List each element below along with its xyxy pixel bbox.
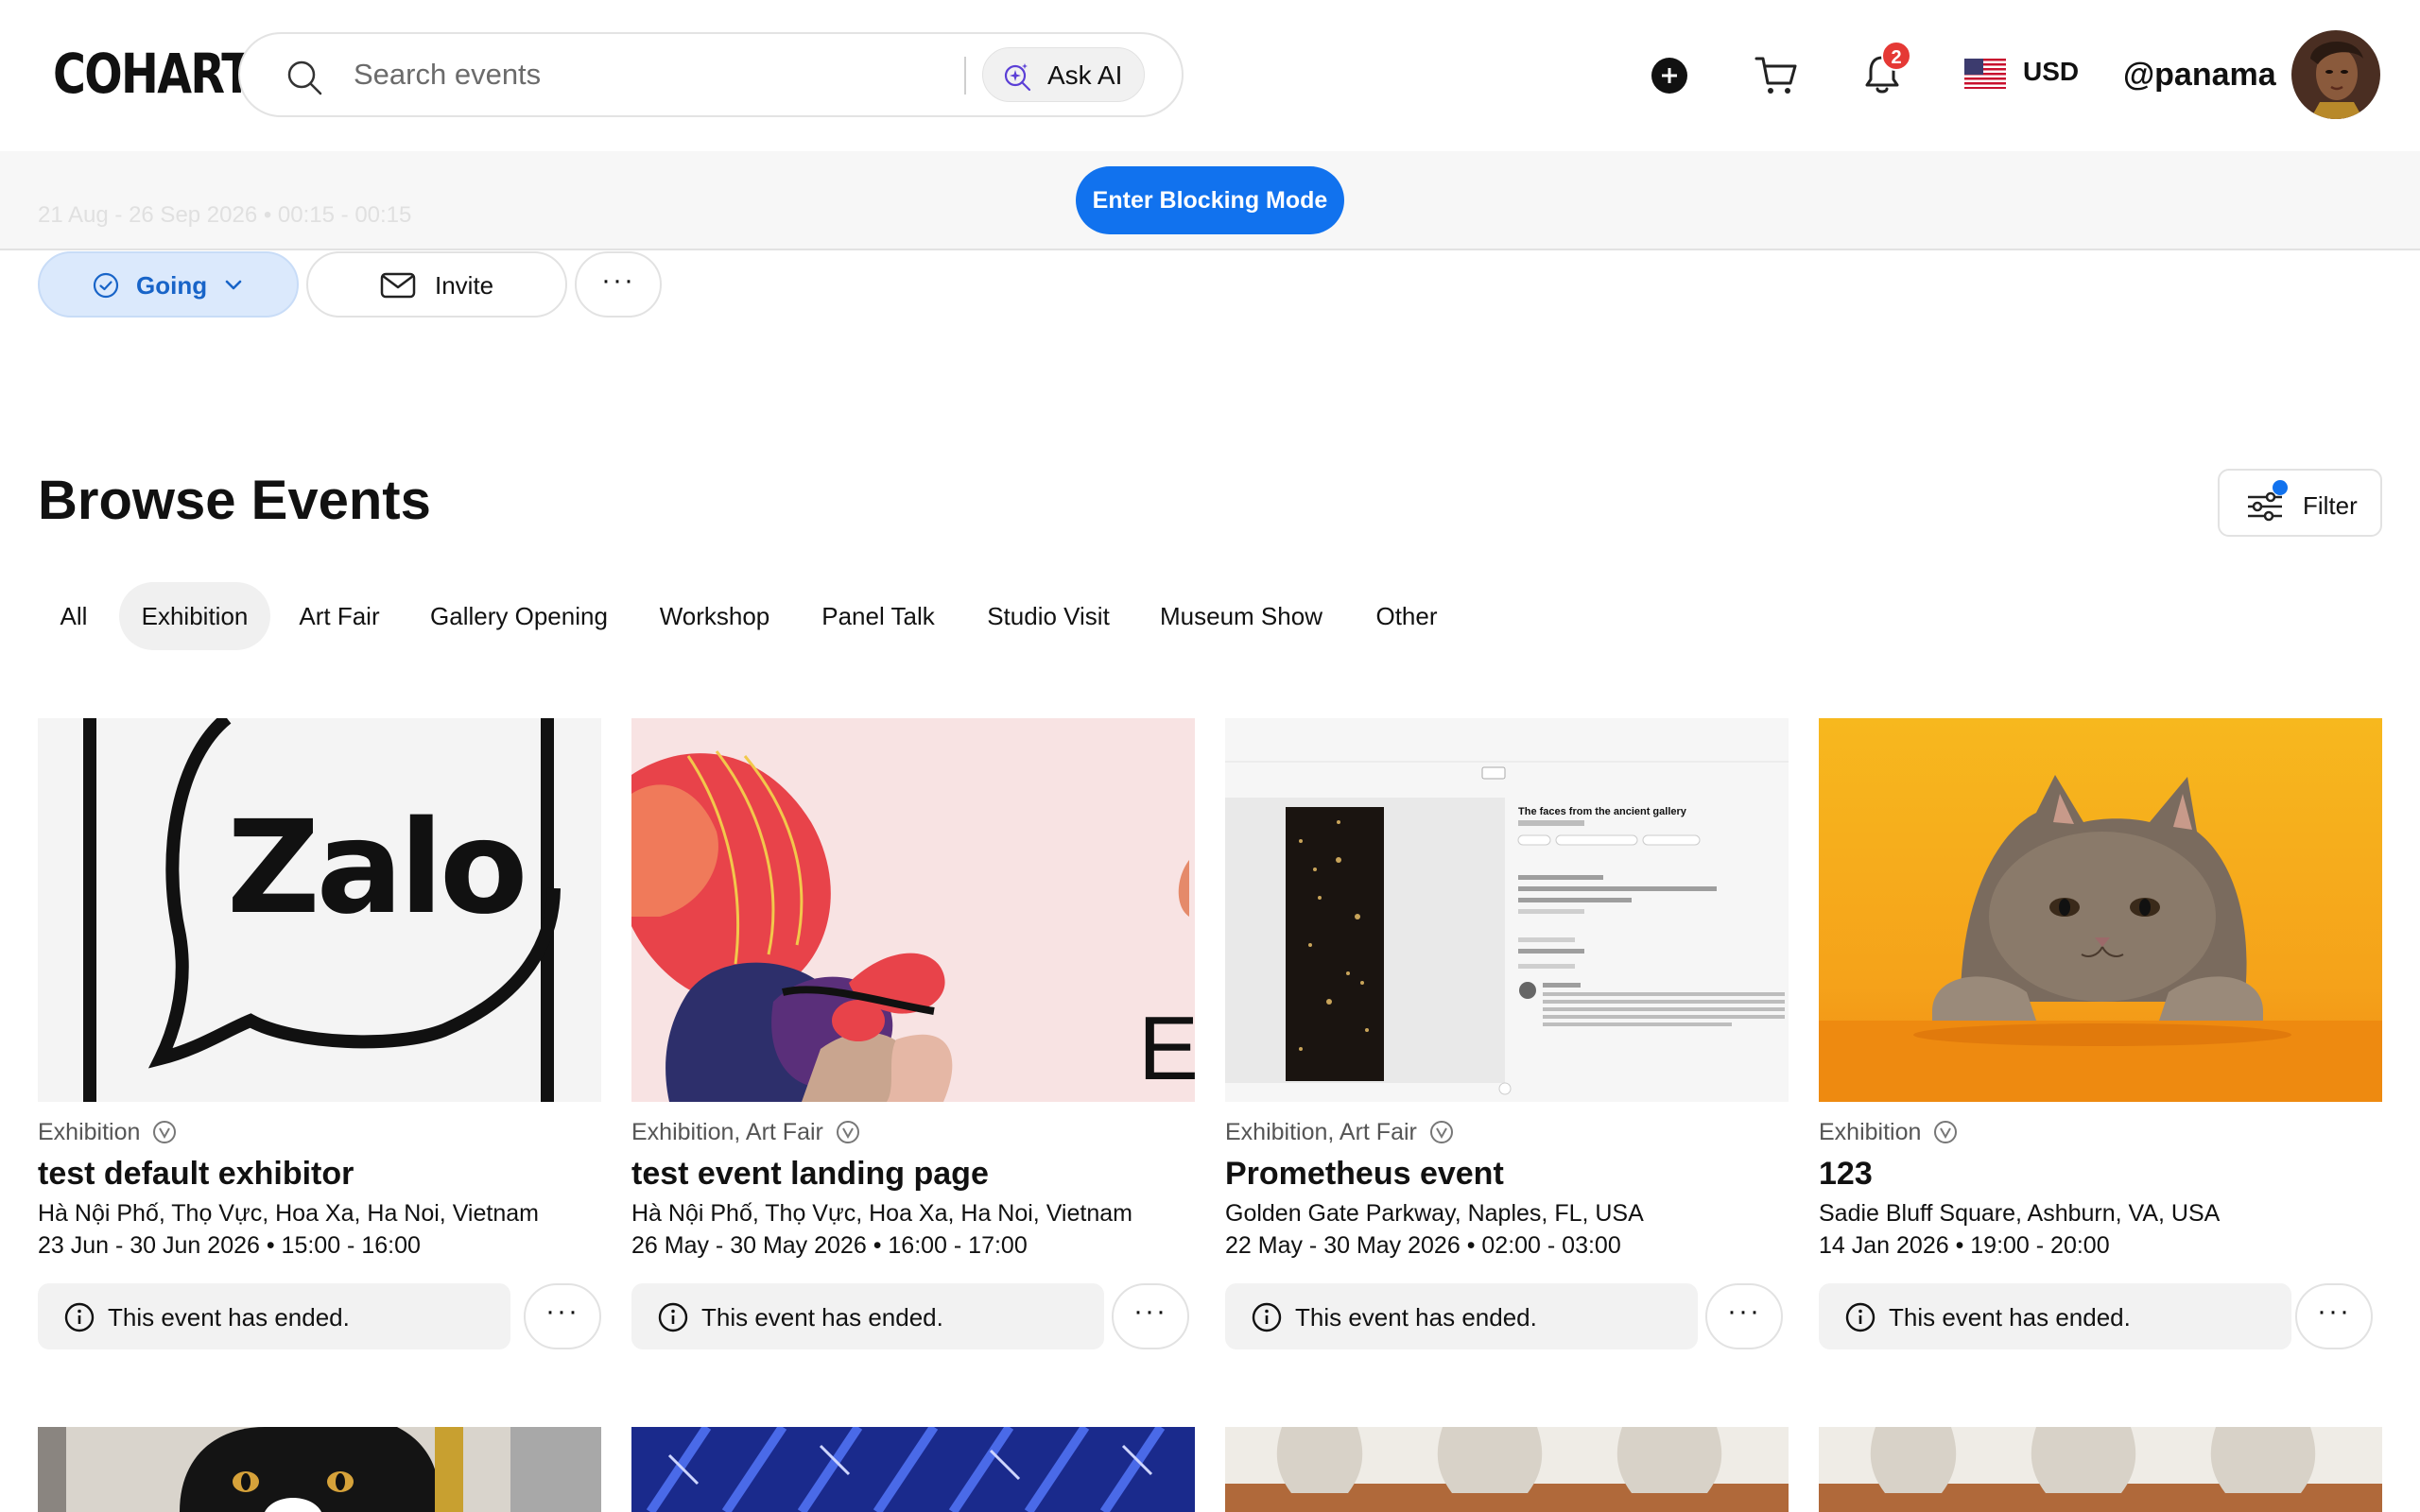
filter-label: Filter [2303,491,2358,520]
event-more-button[interactable]: ··· [1112,1283,1189,1349]
tab-studio-visit[interactable]: Studio Visit [966,582,1131,650]
artwork-screenshot-image: The faces from the ancient gallery [1225,718,1789,1102]
tab-museum-show[interactable]: Museum Show [1140,582,1342,650]
ended-label: This event has ended. [1889,1303,2131,1332]
abstract-art-letter: E [1138,998,1195,1099]
check-circle-icon [93,272,119,299]
ended-label: This event has ended. [1295,1303,1537,1332]
zalo-logo-image: Zalo [38,718,601,1102]
sliders-icon [2248,491,2282,522]
tab-workshop[interactable]: Workshop [639,582,790,650]
abstract-art-image: E [631,718,1195,1102]
verified-badge-icon [1429,1121,1453,1143]
ended-label: This event has ended. [108,1303,350,1332]
event-image-screenshot[interactable]: The faces from the ancient gallery [1225,718,1789,1102]
mail-icon [380,272,416,299]
more-options-button[interactable]: ··· [575,251,662,318]
event-type-label: Exhibition, Art Fair [1225,1119,1417,1145]
top-header: COHART Ask AI 2 [0,0,2420,151]
event-image-cat[interactable] [1819,718,2382,1102]
event-date: 22 May - 30 May 2026 • 02:00 - 03:00 [1225,1232,1621,1259]
event-title[interactable]: Prometheus event [1225,1156,1504,1193]
filter-active-dot [2273,480,2288,495]
event-image-partial[interactable] [1819,1427,2382,1512]
cart-icon[interactable] [1754,55,1798,96]
event-ended-notice: This event has ended. [38,1283,510,1349]
event-type-label: Exhibition [1819,1119,1922,1145]
event-title[interactable]: test event landing page [631,1156,989,1193]
blue-pattern-image [631,1427,1195,1512]
section-title: Browse Events [38,470,431,531]
tab-other[interactable]: Other [1352,582,1461,650]
ended-label: This event has ended. [701,1303,943,1332]
event-type: Exhibition, Art Fair [631,1119,860,1146]
zalo-logo-text: Zalo [227,794,524,943]
info-icon [658,1302,688,1332]
ask-ai-label: Ask AI [1047,60,1123,90]
event-location: Sadie Bluff Square, Ashburn, VA, USA [1819,1200,2221,1227]
event-ended-notice: This event has ended. [1819,1283,2291,1349]
event-image-zalo[interactable]: Zalo [38,718,601,1102]
verified-badge-icon [836,1121,859,1143]
event-type-label: Exhibition, Art Fair [631,1119,823,1145]
username[interactable]: @panama [2123,57,2276,94]
tab-panel-talk[interactable]: Panel Talk [800,582,957,650]
event-date: 26 May - 30 May 2026 • 16:00 - 17:00 [631,1232,1028,1259]
chairs-image [1225,1427,1789,1512]
event-ended-notice: This event has ended. [631,1283,1104,1349]
event-image-partial[interactable] [38,1427,601,1512]
artwork-title-text: The faces from the ancient gallery [1518,806,1687,817]
invite-button[interactable]: Invite [306,251,567,318]
enter-blocking-mode-button[interactable]: Enter Blocking Mode [1076,166,1344,234]
tab-exhibition[interactable]: Exhibition [119,582,270,650]
currency-selector[interactable]: USD [2023,57,2079,87]
event-image-partial[interactable] [1225,1427,1789,1512]
event-ended-notice: This event has ended. [1225,1283,1698,1349]
search-divider [964,57,966,94]
info-icon [64,1302,95,1332]
event-location: Hà Nội Phố, Thọ Vực, Hoa Xa, Ha Noi, Vie… [38,1200,539,1227]
us-flag-icon[interactable] [1964,59,2006,89]
notification-badge: 2 [1881,41,1911,71]
event-type-label: Exhibition [38,1119,141,1145]
tab-gallery-opening[interactable]: Gallery Opening [408,582,630,650]
going-label: Going [136,271,208,300]
search-icon [287,60,322,95]
ai-search-icon [1004,63,1031,92]
event-image-abstract[interactable]: E [631,718,1195,1102]
avatar-image [2291,30,2380,119]
event-location: Golden Gate Parkway, Naples, FL, USA [1225,1200,1644,1227]
avatar[interactable] [2291,30,2380,119]
event-location: Hà Nội Phố, Thọ Vực, Hoa Xa, Ha Noi, Vie… [631,1200,1132,1227]
verified-badge-icon [1934,1121,1958,1143]
invite-label: Invite [435,271,494,300]
event-more-button[interactable]: ··· [1705,1283,1783,1349]
add-icon[interactable] [1651,57,1688,94]
tab-art-fair[interactable]: Art Fair [280,582,399,650]
filter-button[interactable]: Filter [2218,469,2382,537]
cohart-logo[interactable]: COHART [53,42,252,106]
cat-photo-image [1819,718,2382,1102]
going-button[interactable]: Going [38,251,299,318]
event-more-button[interactable]: ··· [524,1283,601,1349]
event-image-partial[interactable] [631,1427,1195,1512]
info-icon [1845,1302,1876,1332]
faded-event-date: 21 Aug - 26 Sep 2026 • 00:15 - 00:15 [38,202,412,228]
event-title[interactable]: test default exhibitor [38,1156,354,1193]
event-date: 14 Jan 2026 • 19:00 - 20:00 [1819,1232,2110,1259]
info-icon [1252,1302,1282,1332]
tab-all[interactable]: All [38,582,110,650]
event-type: Exhibition, Art Fair [1225,1119,1454,1146]
event-more-button[interactable]: ··· [2295,1283,2373,1349]
chairs-image [1819,1427,2382,1512]
event-type: Exhibition [1819,1119,1958,1146]
verified-badge-icon [153,1121,177,1143]
ask-ai-button[interactable]: Ask AI [982,47,1145,102]
event-type: Exhibition [38,1119,177,1146]
search-bar[interactable]: Ask AI [238,32,1184,117]
black-cat-image [38,1427,601,1512]
chevron-down-icon [225,280,242,290]
event-title[interactable]: 123 [1819,1156,1873,1193]
event-date: 23 Jun - 30 Jun 2026 • 15:00 - 16:00 [38,1232,421,1259]
